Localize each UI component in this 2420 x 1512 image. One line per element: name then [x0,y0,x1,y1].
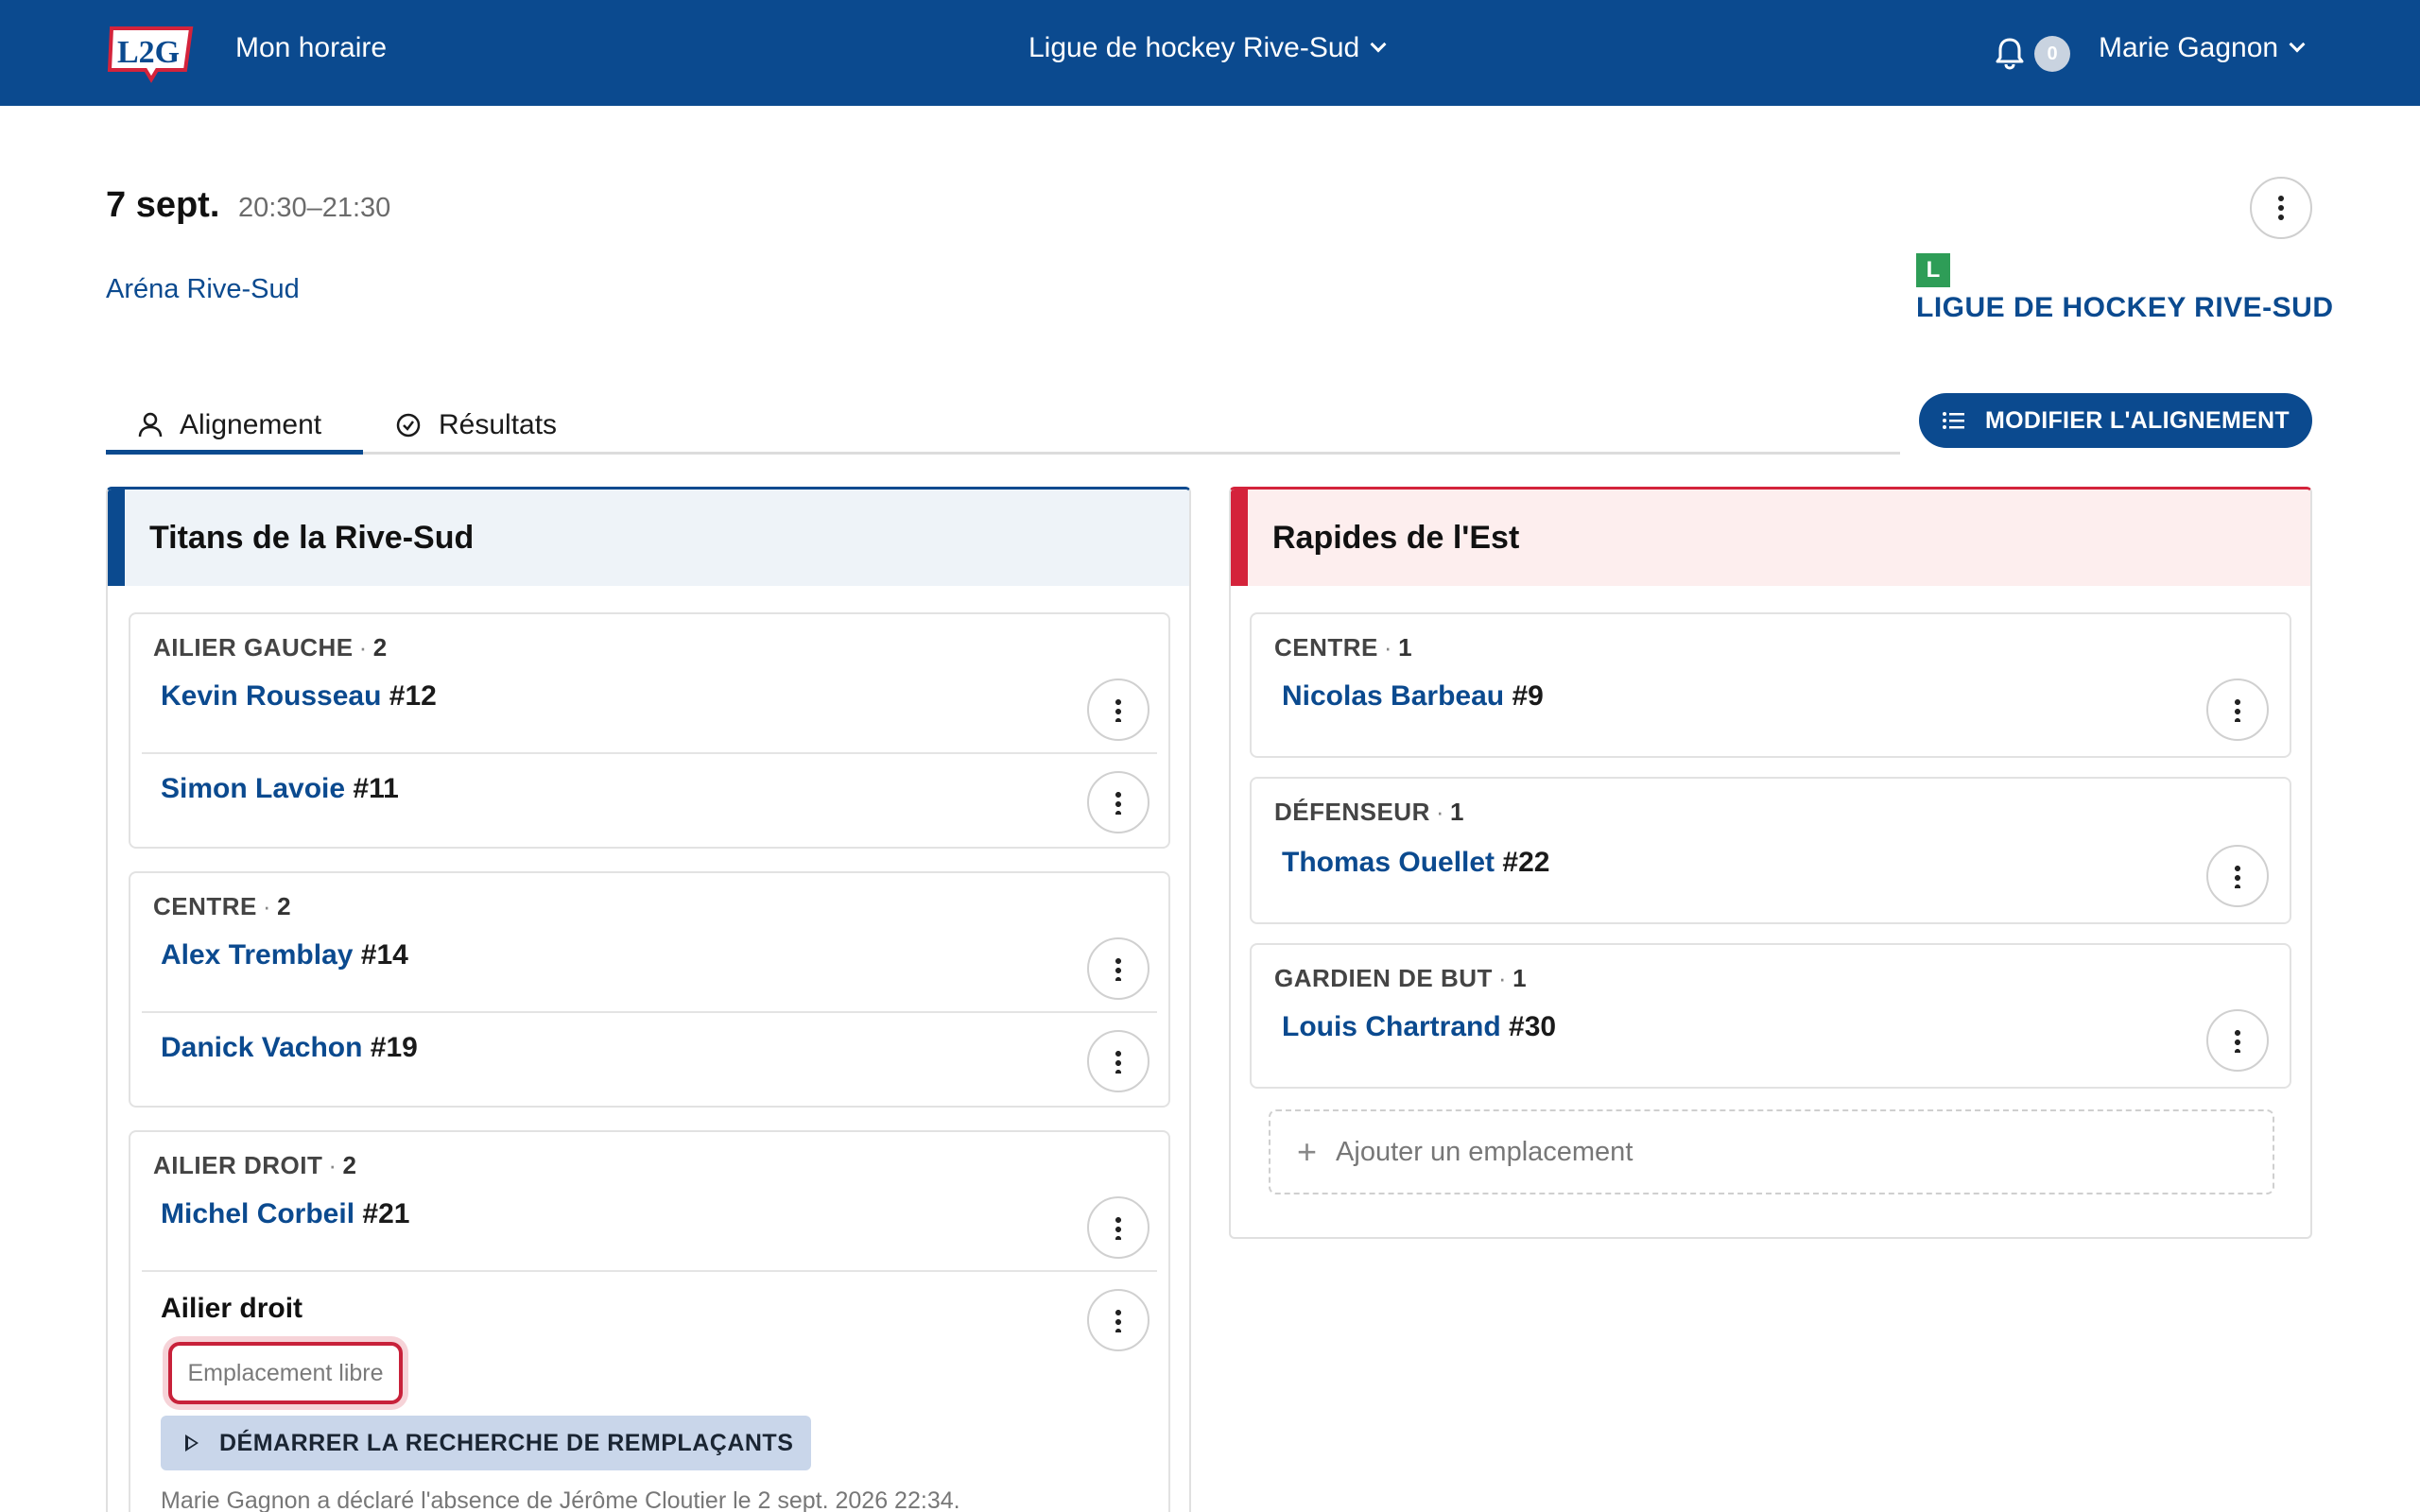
check-circle-icon [396,413,421,438]
more-vertical-icon [1115,1308,1121,1332]
player-name-link[interactable]: Nicolas Barbeau #9 [1282,680,1544,713]
row-divider [142,1270,1157,1272]
user-menu-dropdown[interactable]: Marie Gagnon [2099,32,2306,64]
player-options-button[interactable] [2206,1009,2269,1072]
player-name-link[interactable]: Michel Corbeil #21 [161,1198,409,1230]
event-options-button[interactable] [2250,177,2312,239]
player-options-button[interactable] [1087,1196,1150,1259]
league-selector-label: Ligue de hockey Rive-Sud [1028,32,1360,63]
away-team-panel: Rapides de l'Est CENTRE · 1 Nicolas Barbea… [1229,487,2312,1239]
player-options-button[interactable] [2206,679,2269,741]
player-options-button[interactable] [2206,845,2269,907]
more-vertical-icon [1115,790,1121,815]
player-name-link[interactable]: Simon Lavoie #11 [161,773,399,805]
chevron-down-icon [2289,36,2306,53]
away-team-name: Rapides de l'Est [1231,490,2310,586]
player-name-link[interactable]: Alex Tremblay #14 [161,939,408,971]
more-vertical-icon [2235,697,2240,722]
player-options-button[interactable] [1087,937,1150,1000]
open-slot-title: Ailier droit [161,1293,303,1324]
tab-resultats[interactable]: Résultats [395,397,557,454]
player-options-button[interactable] [1087,679,1150,741]
position-group-label: AILIER GAUCHE · 2 [153,633,388,662]
modify-lineup-label: MODIFIER L'ALIGNEMENT [1985,406,2290,434]
play-icon [185,1435,199,1452]
logo-letters: L2G [117,35,180,70]
position-group-label: DÉFENSEUR · 1 [1274,798,1464,826]
position-group-center: CENTRE · 1 Nicolas Barbeau #9 [1250,612,2291,758]
tab-alignement-label: Alignement [180,409,322,440]
league-logo: L [1916,253,1950,287]
position-group-label: CENTRE · 1 [1274,633,1413,662]
row-divider [142,1011,1157,1013]
app-logo[interactable]: L2G [106,21,197,83]
player-name-link[interactable]: Thomas Ouellet #22 [1282,847,1549,879]
active-tab-indicator [106,450,363,455]
player-options-button[interactable] [1087,771,1150,833]
position-group-label: AILIER DROIT · 2 [153,1151,357,1179]
plus-icon: + [1297,1132,1318,1171]
position-group-goalie: GARDIEN DE BUT · 1 Louis Chartrand #30 [1250,943,2291,1089]
start-substitute-search-button[interactable]: DÉMARRER LA RECHERCHE DE REMPLAÇANTS [161,1416,811,1470]
add-slot-button[interactable]: + Ajouter un emplacement [1269,1109,2274,1194]
more-vertical-icon [2235,1028,2240,1053]
add-slot-label: Ajouter un emplacement [1336,1136,1634,1167]
player-name-link[interactable]: Danick Vachon #19 [161,1032,418,1064]
slot-options-button[interactable] [1087,1289,1150,1351]
more-vertical-icon [1115,956,1121,981]
more-vertical-icon [2278,196,2284,220]
absence-note: Marie Gagnon a déclaré l'absence de Jérô… [161,1487,960,1512]
row-divider [142,752,1157,754]
player-options-button[interactable] [1087,1030,1150,1092]
user-name: Marie Gagnon [2099,32,2279,63]
open-slot-status: Emplacement libre [168,1342,403,1404]
event-venue-link[interactable]: Aréna Rive-Sud [106,274,300,305]
more-vertical-icon [1115,1049,1121,1074]
nav-my-schedule-link[interactable]: Mon horaire [235,32,387,64]
position-group-center: CENTRE · 2 Alex Tremblay #14 Danick Vachon… [129,871,1170,1108]
start-substitute-search-label: DÉMARRER LA RECHERCHE DE REMPLAÇANTS [219,1429,794,1456]
league-name-link[interactable]: LIGUE DE HOCKEY RIVE-SUD [1916,292,2334,324]
bell-icon[interactable] [1991,34,2029,72]
list-icon [1943,412,1965,429]
player-name-link[interactable]: Kevin Rousseau #12 [161,680,437,713]
position-group-label: GARDIEN DE BUT · 1 [1274,964,1528,992]
person-icon [138,412,163,438]
event-date: 7 sept. [106,185,220,225]
top-navigation-bar: L2G Mon horaire Ligue de hockey Rive-Sud… [0,0,2420,106]
event-time: 20:30–21:30 [238,193,391,223]
position-group-defense: DÉFENSEUR · 1 Thomas Ouellet #22 [1250,777,2291,924]
league-selector-dropdown[interactable]: Ligue de hockey Rive-Sud [1028,32,1387,64]
tabs-divider [106,452,1900,455]
tab-resultats-label: Résultats [439,409,558,440]
position-group-left-wing: AILIER GAUCHE · 2 Kevin Rousseau #12 Simon… [129,612,1170,849]
position-group-right-wing: AILIER DROIT · 2 Michel Corbeil #21 Ailier… [129,1130,1170,1512]
home-team-panel: Titans de la Rive-Sud AILIER GAUCHE · 2 Ke… [106,487,1191,1512]
more-vertical-icon [1115,1215,1121,1240]
notification-count-badge[interactable]: 0 [2034,36,2070,72]
modify-lineup-button[interactable]: MODIFIER L'ALIGNEMENT [1919,393,2312,448]
position-group-label: CENTRE · 2 [153,892,292,920]
more-vertical-icon [2235,864,2240,888]
player-name-link[interactable]: Louis Chartrand #30 [1282,1011,1556,1043]
tab-alignement[interactable]: Alignement [138,397,321,454]
home-team-name: Titans de la Rive-Sud [108,490,1189,586]
chevron-down-icon [1370,36,1387,53]
more-vertical-icon [1115,697,1121,722]
